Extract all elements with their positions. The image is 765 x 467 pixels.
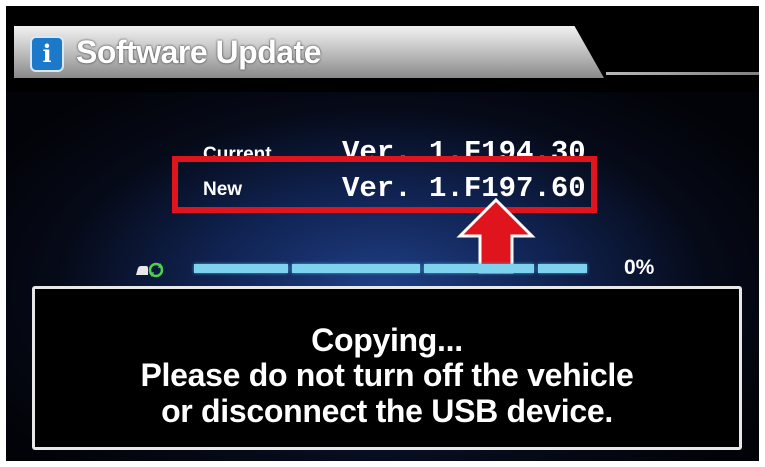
status-message-line-1: Copying... — [311, 322, 463, 358]
progress-bar — [194, 264, 587, 273]
info-icon: i — [30, 36, 64, 72]
usb-sync-icon — [136, 262, 164, 278]
header-bar: i Software Update — [6, 6, 759, 92]
status-message-line-2: Please do not turn off the vehicle — [140, 357, 634, 393]
progress-bar-segment — [292, 264, 420, 273]
progress-bar-segment — [194, 264, 288, 273]
display-screen: i Software Update Current Ver. 1.F194.30… — [6, 6, 759, 461]
progress-bar-segment — [538, 264, 587, 273]
status-message-line-3: or disconnect the USB device. — [161, 393, 613, 429]
progress-bar-segment — [424, 264, 534, 273]
progress-percent: 0% — [624, 256, 655, 279]
screen-title: Software Update — [76, 34, 321, 70]
status-message-box: Copying... Please do not turn off the ve… — [32, 286, 742, 450]
title-bar-divider — [606, 72, 759, 75]
